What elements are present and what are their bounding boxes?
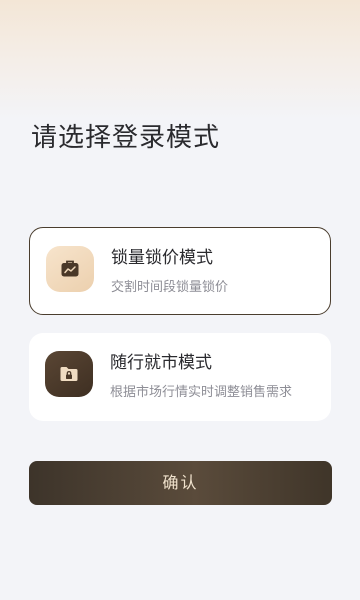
top-gradient-background: [0, 0, 360, 120]
mode-card-title: 随行就市模式: [110, 353, 212, 373]
mode-card-description: 交割时间段锁量锁价: [111, 280, 229, 295]
mode-card-lock-volume-price[interactable]: 锁量锁价模式 交割时间段锁量锁价: [29, 227, 331, 315]
mode-card-title: 锁量锁价模式: [111, 248, 213, 268]
folder-lock-icon: [45, 351, 93, 397]
mode-card-description: 根据市场行情实时调整销售需求: [110, 385, 293, 400]
mode-card-market-price[interactable]: 随行就市模式 根据市场行情实时调整销售需求: [29, 333, 331, 421]
confirm-button[interactable]: 确认: [29, 461, 332, 505]
page-title: 请选择登录模式: [31, 123, 221, 154]
briefcase-chart-icon: [46, 246, 94, 292]
